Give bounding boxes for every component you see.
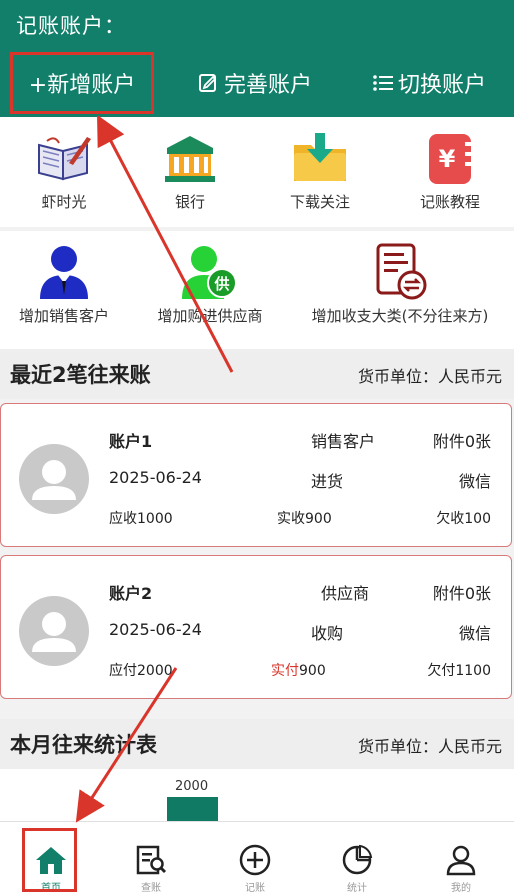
record-due: 应收1000 bbox=[109, 511, 173, 527]
page-title: 记账账户： bbox=[16, 14, 126, 38]
record-category: 收购 bbox=[311, 624, 344, 643]
monthly-currency-unit: 货币单位：人民币元 bbox=[357, 737, 502, 756]
shortcut-add-category[interactable]: 增加收支大类(不分往来方) bbox=[302, 231, 498, 326]
shortcut-label: 银行 bbox=[174, 193, 205, 211]
tab-mine[interactable]: 我的 bbox=[410, 822, 512, 896]
record-category: 进货 bbox=[311, 472, 344, 491]
record-owed: 欠收100 bbox=[436, 511, 491, 527]
avatar bbox=[19, 596, 89, 666]
edit-icon bbox=[198, 72, 220, 94]
avatar bbox=[19, 444, 89, 514]
monthly-section-header: 本月往来统计表 货币单位：人民币元 bbox=[0, 719, 514, 769]
record-attachments: 附件0张 bbox=[432, 584, 491, 603]
recent-title: 最近2笔往来账 bbox=[10, 363, 151, 387]
yen-ledger-icon: ¥ bbox=[425, 129, 475, 187]
tab-statistics[interactable]: 统计 bbox=[306, 822, 408, 896]
add-account-button[interactable]: +新增账户 bbox=[10, 52, 154, 114]
improve-account-label: 完善账户 bbox=[223, 73, 312, 98]
home-tab-highlight bbox=[22, 828, 77, 892]
record-paid: 实收900 bbox=[277, 511, 332, 527]
customer-icon bbox=[36, 243, 92, 301]
shortcut-label: 增加销售客户 bbox=[18, 307, 109, 325]
person-placeholder-icon bbox=[32, 612, 76, 652]
record-date: 2025-06-24 bbox=[109, 468, 202, 487]
shortcut-label: 下载关注 bbox=[289, 193, 350, 211]
tab-label: 记账 bbox=[245, 883, 265, 894]
tab-check-ledger[interactable]: 查账 bbox=[100, 822, 202, 896]
list-icon bbox=[372, 73, 394, 93]
record-attachments: 附件0张 bbox=[432, 432, 491, 451]
svg-text:¥: ¥ bbox=[439, 145, 456, 173]
shortcut-grid-2: 增加销售客户 供 增加购进供应商 增加收支大类(不分往来方) bbox=[0, 231, 514, 349]
shortcut-label: 虾时光 bbox=[41, 193, 87, 211]
tab-label: 统计 bbox=[347, 883, 367, 894]
record-date: 2025-06-24 bbox=[109, 620, 202, 639]
tab-label: 查账 bbox=[141, 883, 161, 894]
record-card-1[interactable]: 账户1 销售客户 附件0张 2025-06-24 进货 微信 应收1000 实收… bbox=[0, 403, 512, 547]
recent-currency-unit: 货币单位：人民币元 bbox=[357, 367, 502, 386]
document-transfer-icon bbox=[372, 243, 428, 301]
ledger-search-icon bbox=[135, 842, 167, 878]
shortcut-add-customer[interactable]: 增加销售客户 bbox=[4, 231, 124, 326]
bank-icon bbox=[163, 129, 217, 187]
recent-section-header: 最近2笔往来账 货币单位：人民币元 bbox=[0, 349, 514, 399]
record-due: 应付2000 bbox=[109, 663, 173, 679]
monthly-chart: 2000 bbox=[0, 769, 514, 841]
switch-account-button[interactable]: 切换账户 bbox=[366, 52, 492, 114]
record-owed: 欠付1100 bbox=[427, 663, 491, 679]
shortcut-add-supplier[interactable]: 供 增加购进供应商 bbox=[150, 231, 270, 326]
user-icon bbox=[445, 842, 477, 878]
header: 记账账户： +新增账户 完善账户 切换账户 bbox=[0, 0, 514, 117]
record-paid: 实付900 bbox=[271, 663, 326, 679]
shortcut-grid-1: 虾时光 银行 下载关注 ¥ 记账教程 bbox=[0, 117, 514, 227]
download-folder-icon bbox=[291, 129, 349, 187]
shortcut-label: 记账教程 bbox=[419, 193, 480, 211]
record-channel: 微信 bbox=[458, 472, 491, 491]
add-account-label: +新增账户 bbox=[28, 73, 136, 98]
improve-account-button[interactable]: 完善账户 bbox=[190, 52, 320, 114]
add-circle-icon bbox=[239, 842, 271, 878]
monthly-title: 本月往来统计表 bbox=[10, 733, 157, 757]
record-channel: 微信 bbox=[458, 624, 491, 643]
shortcut-label: 增加收支大类(不分往来方) bbox=[311, 307, 489, 325]
shortcut-bank[interactable]: 银行 bbox=[142, 117, 238, 212]
bar-value-label: 2000 bbox=[175, 779, 209, 794]
shortcut-xiashiguang[interactable]: 虾时光 bbox=[16, 117, 112, 212]
record-card-2[interactable]: 账户2 供应商 附件0张 2025-06-24 收购 微信 应付2000 实付9… bbox=[0, 555, 512, 699]
record-account-name: 账户1 bbox=[109, 432, 153, 451]
tab-record[interactable]: 记账 bbox=[204, 822, 306, 896]
person-placeholder-icon bbox=[32, 460, 76, 500]
tab-label: 我的 bbox=[451, 883, 471, 894]
shortcut-tutorial[interactable]: ¥ 记账教程 bbox=[402, 117, 498, 212]
supplier-icon: 供 bbox=[180, 243, 240, 301]
shortcut-download-follow[interactable]: 下载关注 bbox=[272, 117, 368, 212]
svg-text:供: 供 bbox=[213, 275, 229, 293]
record-account-type: 供应商 bbox=[321, 584, 370, 603]
shortcut-label: 增加购进供应商 bbox=[157, 307, 263, 325]
bottom-tab-bar: 首页 查账 记账 统计 我的 bbox=[0, 821, 514, 896]
record-account-name: 账户2 bbox=[109, 584, 153, 603]
switch-account-label: 切换账户 bbox=[397, 73, 486, 98]
account-actions: +新增账户 完善账户 切换账户 bbox=[0, 52, 514, 114]
notebook-icon bbox=[35, 129, 93, 187]
record-account-type: 销售客户 bbox=[311, 432, 376, 451]
pie-chart-icon bbox=[341, 842, 373, 878]
